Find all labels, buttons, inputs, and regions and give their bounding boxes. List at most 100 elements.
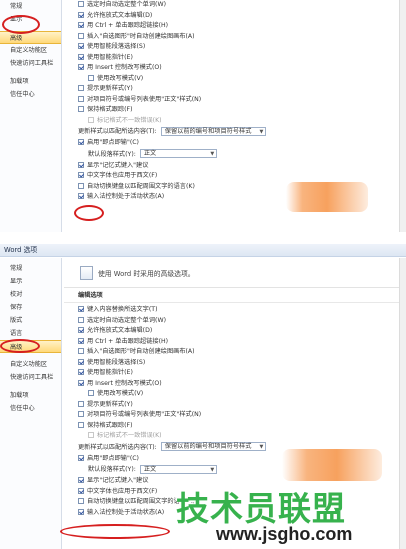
option-row[interactable]: 中文字体也应用于西文(F) bbox=[64, 171, 406, 182]
option-checkbox[interactable] bbox=[78, 358, 84, 365]
option-row[interactable]: 使用改写模式(V) bbox=[64, 389, 406, 400]
chevron-down-icon: ▼ bbox=[210, 151, 215, 157]
option-row[interactable]: 选定时自动选定整个单词(W) bbox=[64, 0, 406, 11]
option-label: 保持格式跟踪(F) bbox=[87, 106, 133, 113]
sidebar-item-quick-access[interactable]: 快速访问工具栏 bbox=[0, 57, 61, 70]
sidebar-item-customize-ribbon[interactable]: 自定义功能区 bbox=[0, 44, 61, 57]
sidebar-item-proofing[interactable]: 校对 bbox=[0, 288, 61, 301]
sidebar-item-advanced[interactable]: 高级 bbox=[0, 31, 61, 44]
option-checkbox[interactable] bbox=[78, 508, 84, 515]
option-label: 使用改写模式(V) bbox=[97, 390, 144, 397]
option-label: 用 Insert 控制改写模式(O) bbox=[87, 64, 162, 71]
option-label: 显示"记忆式键入"建议 bbox=[87, 477, 149, 484]
option-row[interactable]: 允许拖放式文本编辑(D) bbox=[64, 326, 406, 337]
option-checkbox[interactable] bbox=[78, 1, 84, 7]
option-label: 显示"记忆式键入"建议 bbox=[87, 161, 149, 169]
option-row[interactable]: 启用"即点即输"(C) bbox=[64, 138, 406, 149]
option-checkbox[interactable] bbox=[78, 32, 84, 39]
option-checkbox[interactable] bbox=[78, 106, 84, 112]
option-checkbox[interactable] bbox=[78, 454, 84, 461]
option-row[interactable]: 保持格式跟踪(F) bbox=[64, 421, 406, 432]
option-checkbox[interactable] bbox=[78, 172, 84, 178]
option-row[interactable]: 用 Insert 控制改写模式(O) bbox=[64, 379, 406, 390]
option-checkbox[interactable] bbox=[78, 477, 84, 483]
option-row[interactable]: 键入内容替换所选文字(T) bbox=[64, 305, 406, 316]
option-label: 提示更新样式(Y) bbox=[87, 85, 133, 92]
option-checkbox[interactable] bbox=[78, 348, 84, 354]
option-checkbox[interactable] bbox=[78, 306, 84, 312]
option-checkbox[interactable] bbox=[78, 327, 84, 333]
watermark-url: www.jsgho.com bbox=[216, 524, 353, 544]
sidebar-item-customize-ribbon[interactable]: 自定义功能区 bbox=[0, 358, 61, 371]
option-checkbox[interactable] bbox=[78, 139, 84, 145]
chevron-down-icon: ▼ bbox=[259, 444, 264, 450]
option-row[interactable]: 用 Ctrl + 单击跟踪超链接(H) bbox=[64, 337, 406, 348]
option-row[interactable]: 显示"记忆式键入"建议 bbox=[64, 161, 406, 172]
option-label: 标记格式不一致错误(K) bbox=[97, 432, 162, 439]
default-paragraph-label: 默认段落样式(Y): bbox=[88, 466, 136, 473]
option-row[interactable]: 用 Ctrl + 单击跟踪超链接(H) bbox=[64, 21, 406, 32]
option-row[interactable]: 允许拖放式文本编辑(D) bbox=[64, 11, 406, 22]
option-row[interactable]: 使用智能指针(E) bbox=[64, 368, 406, 379]
option-checkbox[interactable] bbox=[78, 411, 84, 417]
option-row[interactable]: 对项目符号或编号列表使用"正文"样式(N) bbox=[64, 410, 406, 421]
option-checkbox[interactable] bbox=[78, 498, 84, 504]
update-style-label: 更新样式以匹配所选内容(T): bbox=[78, 443, 157, 451]
sidebar-item-addins[interactable]: 加载项 bbox=[0, 389, 61, 402]
sidebar-item-trust-center[interactable]: 信任中心 bbox=[0, 88, 61, 101]
sidebar-item-addins[interactable]: 加载项 bbox=[0, 75, 61, 88]
option-row[interactable]: 选定时自动选定整个单词(W) bbox=[64, 316, 406, 327]
option-checkbox[interactable] bbox=[78, 369, 84, 375]
option-row[interactable]: 使用智能段落选择(S) bbox=[64, 358, 406, 369]
option-checkbox[interactable] bbox=[78, 400, 84, 407]
option-row[interactable]: 用 Insert 控制改写模式(O) bbox=[64, 63, 406, 74]
option-row[interactable]: 标记格式不一致错误(K) bbox=[64, 431, 406, 442]
option-checkbox[interactable] bbox=[78, 95, 84, 102]
option-checkbox[interactable] bbox=[78, 43, 84, 49]
sidebar-item-general[interactable]: 常规 bbox=[0, 0, 61, 13]
watermark-brand: 技术员联盟 bbox=[176, 489, 346, 528]
update-style-row: 更新样式以匹配所选内容(T): 保留以前的编号和项目符号样式 ▼ bbox=[64, 126, 406, 138]
scrollbar[interactable] bbox=[399, 258, 406, 549]
option-checkbox[interactable] bbox=[78, 161, 84, 168]
default-paragraph-select[interactable]: 正文 ▼ bbox=[139, 149, 218, 158]
option-row[interactable]: 标记格式不一致错误(K) bbox=[64, 116, 406, 127]
option-label: 使用改写模式(V) bbox=[97, 74, 144, 82]
sidebar-item-save[interactable]: 保存 bbox=[0, 301, 61, 314]
option-checkbox[interactable] bbox=[78, 53, 84, 60]
update-style-select[interactable]: 保留以前的编号和项目符号样式 ▼ bbox=[160, 442, 267, 451]
sidebar-item-layout[interactable]: 版式 bbox=[0, 314, 61, 327]
option-row[interactable]: 提示更新样式(Y) bbox=[64, 400, 406, 411]
option-checkbox[interactable] bbox=[78, 337, 84, 344]
option-checkbox[interactable] bbox=[78, 193, 84, 199]
option-row[interactable]: 提示更新样式(Y) bbox=[64, 84, 406, 95]
option-checkbox[interactable] bbox=[78, 22, 84, 28]
sidebar-item-language[interactable]: 语言 bbox=[0, 327, 61, 340]
option-label: 使用智能段落选择(S) bbox=[87, 43, 146, 50]
option-checkbox[interactable] bbox=[78, 487, 84, 494]
scrollbar[interactable] bbox=[399, 0, 406, 232]
sidebar-item-quick-access[interactable]: 快速访问工具栏 bbox=[0, 371, 61, 384]
option-checkbox[interactable] bbox=[78, 379, 84, 386]
option-checkbox[interactable] bbox=[88, 74, 94, 81]
option-checkbox[interactable] bbox=[88, 390, 94, 396]
option-row[interactable]: 插入"自选图形"时自动创建绘图画布(A) bbox=[64, 347, 406, 358]
option-checkbox[interactable] bbox=[78, 11, 84, 18]
default-paragraph-select[interactable]: 正文 ▼ bbox=[139, 464, 218, 474]
sidebar-item-display[interactable]: 显示 bbox=[0, 275, 61, 288]
option-checkbox[interactable] bbox=[78, 316, 84, 323]
option-row[interactable]: 使用智能段落选择(S) bbox=[64, 42, 406, 53]
option-checkbox[interactable] bbox=[78, 64, 84, 70]
option-row[interactable]: 使用智能指针(E) bbox=[64, 53, 406, 64]
option-checkbox[interactable] bbox=[78, 182, 84, 189]
option-checkbox[interactable] bbox=[78, 85, 84, 91]
option-label: 用 Insert 控制改写模式(O) bbox=[87, 379, 162, 387]
option-row[interactable]: 对项目符号或编号列表使用"正文"样式(N) bbox=[64, 95, 406, 106]
sidebar-item-general[interactable]: 常规 bbox=[0, 262, 61, 275]
update-style-select[interactable]: 保留以前的编号和项目符号样式 ▼ bbox=[160, 126, 267, 136]
sidebar-item-trust-center[interactable]: 信任中心 bbox=[0, 402, 61, 415]
option-row[interactable]: 插入"自选图形"时自动创建绘图画布(A) bbox=[64, 32, 406, 43]
option-row[interactable]: 使用改写模式(V) bbox=[64, 74, 406, 85]
option-row[interactable]: 保持格式跟踪(F) bbox=[64, 105, 406, 116]
option-checkbox[interactable] bbox=[78, 421, 84, 428]
